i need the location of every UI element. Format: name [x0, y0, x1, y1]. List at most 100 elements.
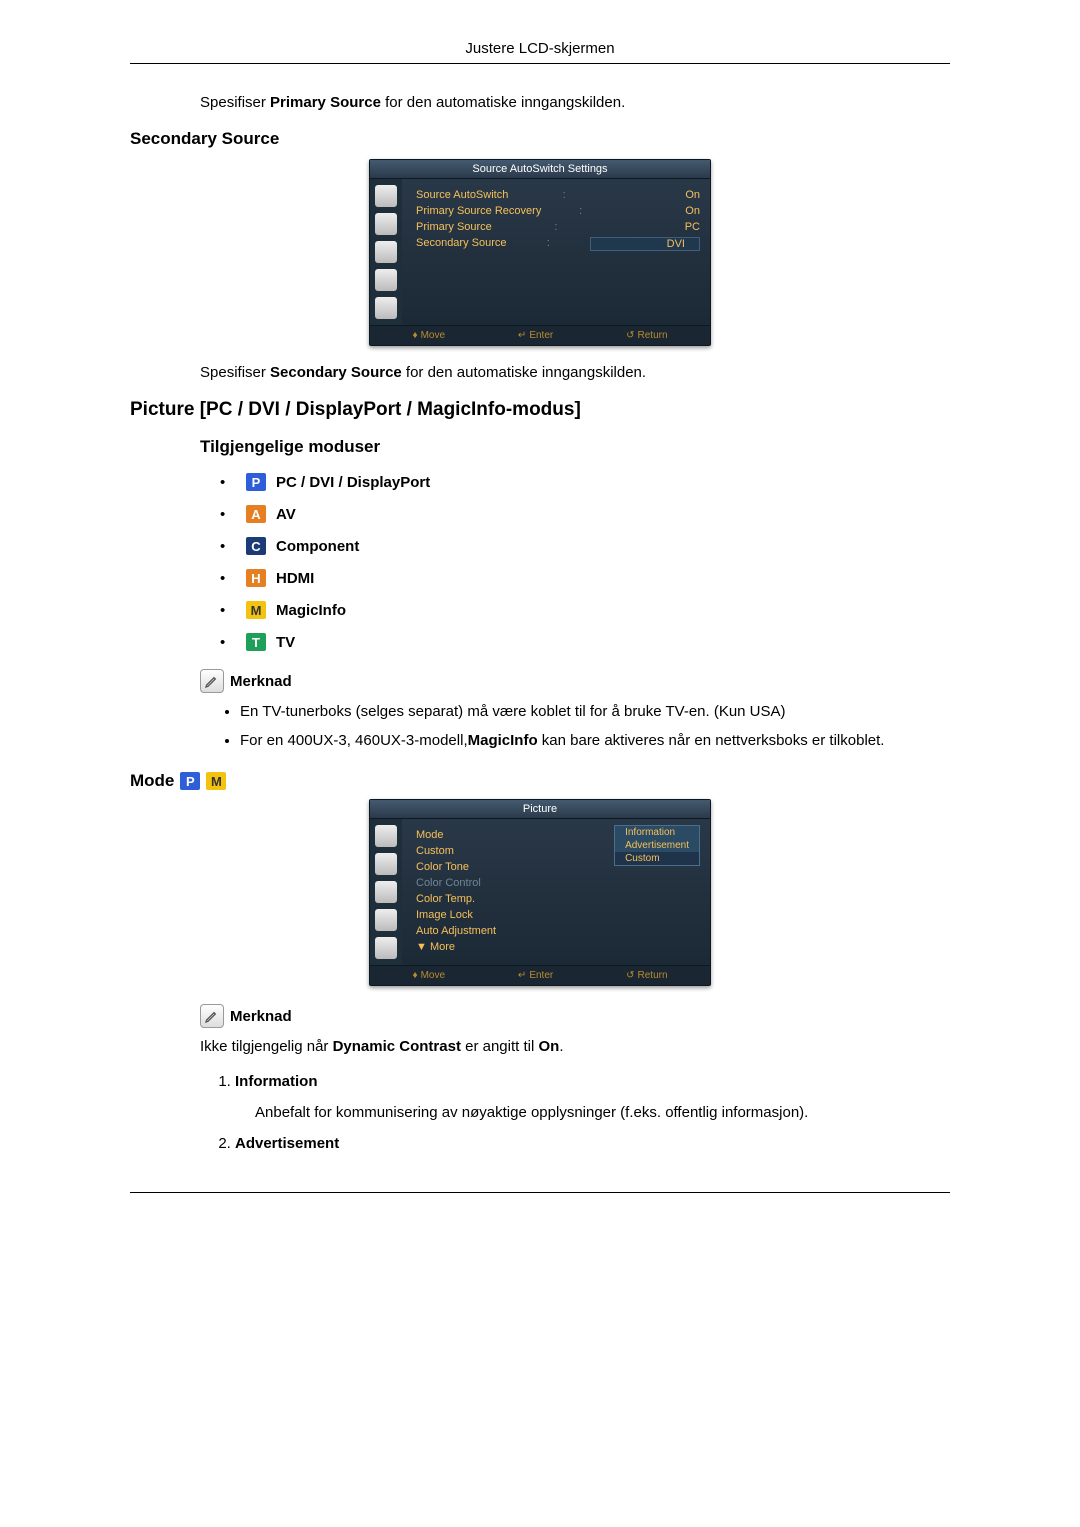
text: Spesifiser — [200, 364, 270, 381]
pencil-icon — [200, 1004, 224, 1028]
osd-side-icon — [375, 269, 397, 291]
mode-item: H HDMI — [220, 569, 950, 587]
mode-item: C Component — [220, 537, 950, 555]
osd-row: Source AutoSwitch: On — [416, 187, 700, 203]
page-header-title: Justere LCD-skjermen — [130, 40, 950, 64]
mode-heading: Mode — [130, 771, 174, 791]
mode-label: PC / DVI / DisplayPort — [276, 474, 430, 491]
osd-row: Image Lock — [416, 907, 700, 923]
mode-icon-m: M — [206, 772, 226, 790]
list-item-title: Advertisement — [235, 1135, 950, 1152]
osd-value: On — [620, 205, 700, 217]
osd-side-icon — [375, 853, 397, 875]
note-heading: Merknad — [200, 1004, 950, 1028]
mode-icon-c: C — [246, 537, 266, 555]
osd-label: Primary Source — [416, 221, 492, 233]
osd-value-selected: DVI — [590, 237, 700, 251]
osd-row: Primary Source Recovery: On — [416, 203, 700, 219]
text-strong: On — [539, 1038, 560, 1055]
mode-item: A AV — [220, 505, 950, 523]
text-strong: Dynamic Contrast — [333, 1038, 461, 1055]
list-item: Advertisement — [235, 1135, 950, 1152]
mode-item: M MagicInfo — [220, 601, 950, 619]
mode-ordered-list: Information Anbefalt for kommunisering a… — [235, 1073, 950, 1152]
osd-row: Color Control — [416, 875, 700, 891]
osd-row: Auto Adjustment — [416, 923, 700, 939]
note-label: Merknad — [230, 673, 292, 690]
text-strong: MagicInfo — [468, 732, 538, 749]
mode-icon-m: M — [246, 601, 266, 619]
osd-side-icon — [375, 241, 397, 263]
osd-title: Source AutoSwitch Settings — [370, 160, 710, 179]
osd-row: Primary Source: PC — [416, 219, 700, 235]
osd-label: Secondary Source — [416, 237, 507, 251]
note2-text: Ikke tilgjengelig når Dynamic Contrast e… — [200, 1038, 950, 1055]
osd-footer: ♦ Move ↵ Enter ↺ Return — [370, 965, 710, 985]
osd-foot-enter: ↵ Enter — [518, 970, 553, 981]
osd-row: Color Temp. — [416, 891, 700, 907]
osd-value: PC — [620, 221, 700, 233]
osd-picture: Picture Mode: Information Advertisement — [130, 799, 950, 986]
mode-icon-h: H — [246, 569, 266, 587]
mode-icon-t: T — [246, 633, 266, 651]
osd-dropdown-item: Advertisement — [615, 839, 699, 852]
osd-label: Source AutoSwitch — [416, 189, 508, 201]
mode-heading-row: Mode P M — [130, 771, 950, 791]
osd-side-icons — [370, 179, 402, 325]
osd-label: Primary Source Recovery — [416, 205, 541, 217]
note-label: Merknad — [230, 1008, 292, 1025]
osd-side-icon — [375, 185, 397, 207]
mode-item: T TV — [220, 633, 950, 651]
mode-label: HDMI — [276, 570, 314, 587]
osd-row: Secondary Source: DVI — [416, 235, 700, 253]
secondary-source-heading: Secondary Source — [130, 129, 950, 149]
mode-label: TV — [276, 634, 295, 651]
osd-side-icons — [370, 819, 402, 965]
osd-side-icon — [375, 909, 397, 931]
mode-label: AV — [276, 506, 296, 523]
list-item: Information Anbefalt for kommunisering a… — [235, 1073, 950, 1121]
osd-foot-move: ♦ Move — [412, 970, 445, 981]
note-heading: Merknad — [200, 669, 950, 693]
osd-label: Mode — [416, 829, 444, 841]
osd-source-autoswitch: Source AutoSwitch Settings Source AutoSw… — [130, 159, 950, 346]
primary-source-text: Spesifiser Primary Source for den automa… — [200, 94, 950, 111]
osd-title: Picture — [370, 800, 710, 819]
modes-list: P PC / DVI / DisplayPort A AV C Componen… — [220, 473, 950, 651]
osd-dropdown-item: Custom — [615, 852, 699, 865]
list-item-desc: Anbefalt for kommunisering av nøyaktige … — [255, 1104, 950, 1121]
text-strong: Secondary Source — [270, 364, 402, 381]
mode-item: P PC / DVI / DisplayPort — [220, 473, 950, 491]
osd-foot-enter: ↵ Enter — [518, 330, 553, 341]
note-bullet: For en 400UX-3, 460UX-3-modell,MagicInfo… — [240, 730, 950, 751]
osd-side-icon — [375, 213, 397, 235]
pencil-icon — [200, 669, 224, 693]
osd-side-icon — [375, 881, 397, 903]
osd-foot-return: ↺ Return — [626, 970, 667, 981]
note-bullet: En TV-tunerboks (selges separat) må være… — [240, 701, 950, 722]
osd-foot-move: ♦ Move — [412, 330, 445, 341]
osd-side-icon — [375, 297, 397, 319]
mode-icon-p: P — [180, 772, 200, 790]
osd-row: Mode: Information Advertisement Custom — [416, 827, 700, 843]
osd-dropdown-item: Information — [615, 826, 699, 839]
text: Spesifiser — [200, 94, 270, 111]
secondary-source-text: Spesifiser Secondary Source for den auto… — [200, 364, 950, 381]
osd-value: On — [620, 189, 700, 201]
osd-side-icon — [375, 825, 397, 847]
text: for den automatiske inngangskilden. — [381, 94, 625, 111]
text-strong: Primary Source — [270, 94, 381, 111]
picture-heading: Picture [PC / DVI / DisplayPort / MagicI… — [130, 399, 950, 421]
osd-side-icon — [375, 937, 397, 959]
osd-dropdown: Information Advertisement Custom — [614, 825, 700, 866]
available-modes-heading: Tilgjengelige moduser — [200, 437, 950, 457]
osd-footer: ♦ Move ↵ Enter ↺ Return — [370, 325, 710, 345]
osd-row: ▼ More — [416, 939, 700, 955]
osd-foot-return: ↺ Return — [626, 330, 667, 341]
mode-icon-a: A — [246, 505, 266, 523]
mode-label: MagicInfo — [276, 602, 346, 619]
footer-rule — [130, 1192, 950, 1193]
text: for den automatiske inngangskilden. — [402, 364, 646, 381]
mode-icon-p: P — [246, 473, 266, 491]
note-bullets: En TV-tunerboks (selges separat) må være… — [240, 701, 950, 751]
